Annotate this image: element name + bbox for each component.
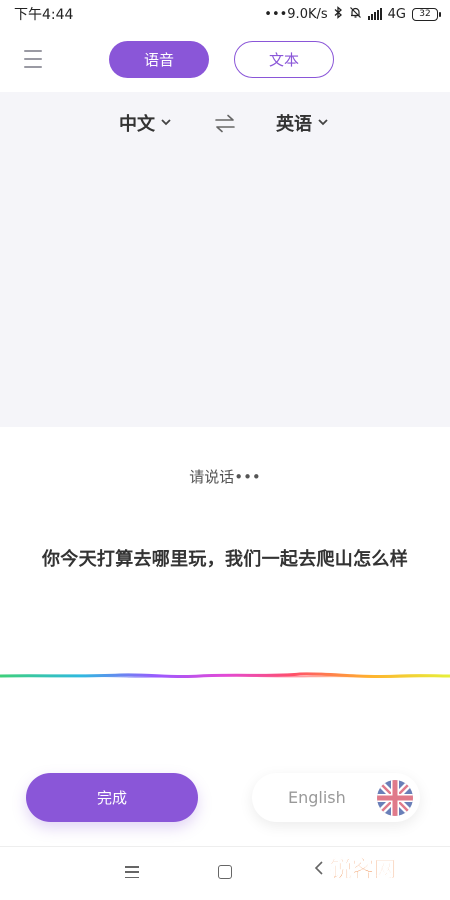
bluetooth-icon bbox=[334, 5, 343, 23]
voice-language-button[interactable]: English bbox=[252, 773, 420, 822]
network-type: 4G bbox=[387, 6, 406, 22]
speech-transcript: 你今天打算去哪里玩，我们一起去爬山怎么样 bbox=[42, 549, 408, 570]
status-icons: •••9.0K/s 4G 32 bbox=[264, 5, 441, 23]
battery-level: 32 bbox=[419, 9, 431, 19]
source-language-selector[interactable]: 中文 bbox=[119, 110, 171, 136]
language-selector: 中文 英语 bbox=[0, 110, 450, 138]
chevron-down-icon bbox=[318, 116, 328, 129]
uk-flag-icon bbox=[377, 780, 413, 816]
home-icon[interactable] bbox=[218, 865, 232, 879]
signal-icon bbox=[367, 8, 382, 20]
chevron-down-icon bbox=[161, 116, 171, 129]
battery-icon: 32 bbox=[412, 7, 441, 21]
source-language-label: 中文 bbox=[119, 114, 155, 135]
watermark-logo: 锐客网 bbox=[330, 858, 397, 884]
recent-apps-icon[interactable] bbox=[125, 866, 139, 878]
done-button[interactable]: 完成 bbox=[26, 773, 198, 822]
swap-arrows-icon[interactable] bbox=[214, 114, 236, 134]
speak-prompt: 请说话••• bbox=[189, 468, 261, 486]
target-language-label: 英语 bbox=[276, 114, 312, 135]
status-bar: 下午4:44 •••9.0K/s 4G 32 bbox=[0, 0, 450, 28]
translation-panel: 中文 英语 bbox=[0, 92, 450, 427]
target-language-selector[interactable]: 英语 bbox=[276, 110, 328, 136]
tab-text[interactable]: 文本 bbox=[234, 41, 334, 78]
voice-waveform bbox=[0, 672, 450, 679]
voice-language-label: English bbox=[288, 788, 346, 807]
hamburger-menu-icon[interactable] bbox=[24, 50, 42, 68]
top-bar: 语音 文本 bbox=[0, 38, 450, 82]
tab-voice[interactable]: 语音 bbox=[109, 41, 209, 78]
mute-bell-icon bbox=[349, 6, 362, 23]
network-speed: •••9.0K/s bbox=[264, 6, 328, 22]
status-time: 下午4:44 bbox=[14, 7, 74, 23]
back-icon[interactable] bbox=[314, 860, 324, 881]
